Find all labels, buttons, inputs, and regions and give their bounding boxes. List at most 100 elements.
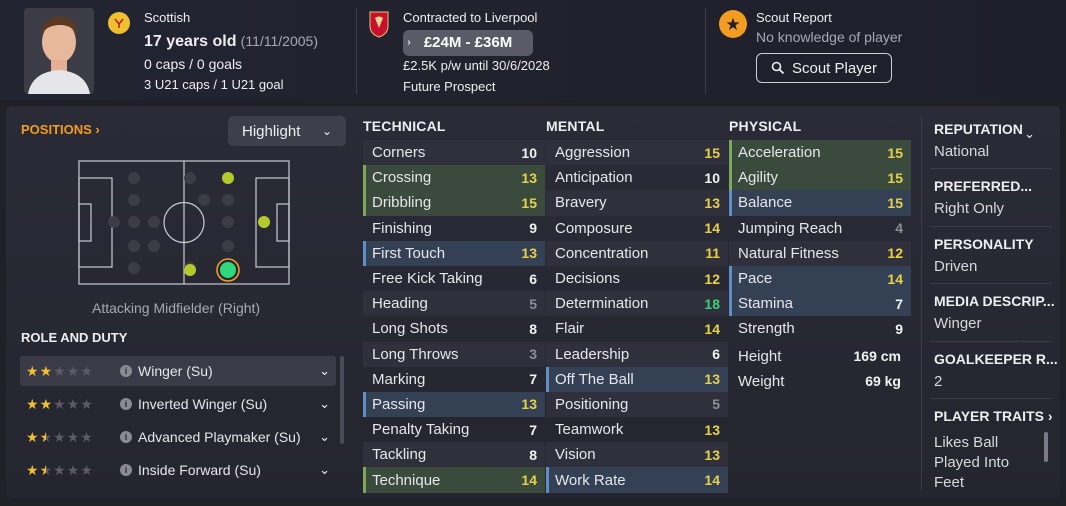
- attribute-row[interactable]: Long Shots 8: [363, 316, 545, 341]
- chevron-down-icon[interactable]: ⌄: [319, 396, 330, 412]
- star-half-icon: ★: [39, 429, 53, 445]
- traits-scrollbar[interactable]: [1044, 432, 1048, 462]
- attribute-row[interactable]: Positioning 5: [546, 391, 728, 418]
- height-row: Height 169 cm: [738, 347, 901, 365]
- u21-caps: 3 U21 caps / 1 U21 goal: [144, 77, 284, 92]
- goalkeeper-rating-heading: GOALKEEPER R...: [934, 351, 1058, 367]
- attribute-row[interactable]: Off The Ball 13: [546, 366, 728, 392]
- attribute-row[interactable]: Acceleration 15: [729, 140, 911, 166]
- info-icon[interactable]: i: [120, 365, 132, 377]
- star-icon: ★: [26, 462, 39, 478]
- role-row-inverted-winger[interactable]: ★ ★ ★ ★ ★ i Inverted Winger (Su) ⌄: [20, 389, 336, 419]
- star-icon: ★: [80, 429, 93, 445]
- attribute-row[interactable]: Determination 18: [546, 291, 728, 317]
- attribute-row[interactable]: Work Rate 14: [546, 467, 728, 493]
- chevron-down-icon[interactable]: ⌄: [319, 429, 330, 445]
- attribute-row[interactable]: Crossing 13: [363, 165, 545, 191]
- star-icon: ★: [80, 462, 93, 478]
- player-status: Future Prospect: [403, 79, 496, 94]
- star-icon: ★: [53, 429, 66, 445]
- attribute-row[interactable]: Corners 10: [363, 140, 545, 166]
- media-description-value: Winger: [934, 315, 982, 332]
- star-icon: ★: [39, 363, 53, 379]
- attribute-row[interactable]: Concentration 11: [546, 240, 728, 266]
- mental-heading: MENTAL: [546, 118, 605, 134]
- attribute-row[interactable]: Natural Fitness 12: [729, 240, 911, 266]
- scout-report-status: No knowledge of player: [756, 29, 903, 45]
- roles-scrollbar[interactable]: [340, 356, 344, 444]
- attribute-row[interactable]: Teamwork 13: [546, 417, 728, 442]
- reputation-heading: REPUTATION: [934, 121, 1023, 137]
- physical-heading: PHYSICAL: [729, 118, 802, 134]
- positions-link[interactable]: POSITIONS ›: [21, 122, 100, 137]
- player-value-pill[interactable]: › £24M - £36M: [403, 30, 533, 56]
- star-rating: ★ ★ ★ ★ ★: [26, 430, 106, 444]
- attribute-row[interactable]: Finishing 9: [363, 216, 545, 241]
- attribute-row[interactable]: Pace 14: [729, 265, 911, 292]
- attribute-row[interactable]: Anticipation 10: [546, 165, 728, 190]
- player-traits-link[interactable]: PLAYER TRAITS ›: [934, 408, 1053, 424]
- attribute-row[interactable]: Leadership 6: [546, 341, 728, 367]
- star-icon: ★: [26, 363, 39, 379]
- chevron-down-icon[interactable]: ⌄: [319, 462, 330, 478]
- preferred-foot-value: Right Only: [934, 200, 1005, 217]
- mental-attributes: MENTAL Aggression 15 Anticipation 10 Brave…: [546, 118, 728, 493]
- attribute-row[interactable]: Strength 9: [729, 316, 911, 341]
- star-icon: ★: [53, 363, 66, 379]
- search-icon: [771, 61, 785, 75]
- attribute-row[interactable]: Heading 5: [363, 291, 545, 317]
- reputation-value: National: [934, 143, 990, 160]
- star-icon: ★: [26, 429, 39, 445]
- position-pitch: [78, 160, 290, 285]
- attribute-row[interactable]: Flair 14: [546, 316, 728, 341]
- chevron-down-icon[interactable]: ⌄: [1024, 126, 1035, 142]
- chevron-right-icon: ›: [407, 37, 411, 48]
- info-divider: [921, 116, 922, 490]
- attribute-row[interactable]: Stamina 7: [729, 291, 911, 317]
- info-icon[interactable]: i: [120, 431, 132, 443]
- role-row-winger[interactable]: ★ ★ ★ ★ ★ i Winger (Su) ⌄: [20, 356, 336, 386]
- role-row-inside-forward[interactable]: ★ ★ ★ ★ ★ i Inside Forward (Su) ⌄: [20, 455, 336, 485]
- attribute-row[interactable]: Jumping Reach 4: [729, 216, 911, 241]
- wage-info: £2.5K p/w until 30/6/2028: [403, 58, 550, 73]
- chevron-down-icon[interactable]: ⌄: [319, 363, 330, 379]
- attribute-row[interactable]: Technique 14: [363, 467, 545, 493]
- preferred-foot-heading: PREFERRED...: [934, 178, 1033, 194]
- highlight-select[interactable]: Highlight ⌄: [228, 116, 346, 146]
- attribute-row[interactable]: Agility 15: [729, 165, 911, 191]
- attribute-row[interactable]: Decisions 12: [546, 266, 728, 291]
- player-photo: [24, 8, 94, 94]
- attribute-row[interactable]: Long Throws 3: [363, 341, 545, 367]
- header-divider: [356, 8, 357, 94]
- selected-position-dot: [220, 262, 236, 278]
- star-icon: ★: [80, 363, 93, 379]
- weight-row: Weight 69 kg: [738, 372, 901, 390]
- position-name: Attacking Midfielder (Right): [92, 300, 261, 316]
- star-icon: ★: [26, 396, 39, 412]
- info-icon[interactable]: i: [120, 464, 132, 476]
- star-icon: ★: [53, 396, 66, 412]
- attribute-row[interactable]: Bravery 13: [546, 190, 728, 216]
- personality-heading: PERSONALITY: [934, 236, 1034, 252]
- star-icon: ★: [53, 462, 66, 478]
- contract-title: Contracted to Liverpool: [403, 10, 538, 25]
- attribute-row[interactable]: Penalty Taking 7: [363, 417, 545, 442]
- attribute-row[interactable]: Passing 13: [363, 391, 545, 418]
- attribute-row[interactable]: Free Kick Taking 6: [363, 266, 545, 291]
- media-description-heading: MEDIA DESCRIP...: [934, 293, 1055, 309]
- star-icon: ★: [66, 462, 80, 478]
- attribute-row[interactable]: Composure 14: [546, 216, 728, 241]
- star-icon: ★: [66, 396, 80, 412]
- physical-attributes: PHYSICAL Acceleration 15 Agility 15 Balanc…: [729, 118, 911, 394]
- attribute-row[interactable]: Aggression 15: [546, 140, 728, 166]
- attribute-row[interactable]: Balance 15: [729, 190, 911, 216]
- attribute-row[interactable]: Vision 13: [546, 442, 728, 468]
- attribute-row[interactable]: Marking 7: [363, 367, 545, 392]
- attribute-row[interactable]: Tackling 8: [363, 442, 545, 468]
- role-row-advanced-playmaker[interactable]: ★ ★ ★ ★ ★ i Advanced Playmaker (Su) ⌄: [20, 422, 336, 452]
- info-icon[interactable]: i: [120, 398, 132, 410]
- scout-player-button[interactable]: Scout Player: [756, 53, 892, 83]
- goalkeeper-rating-value: 2: [934, 373, 943, 390]
- attribute-row[interactable]: Dribbling 15: [363, 190, 545, 216]
- attribute-row[interactable]: First Touch 13: [363, 240, 545, 266]
